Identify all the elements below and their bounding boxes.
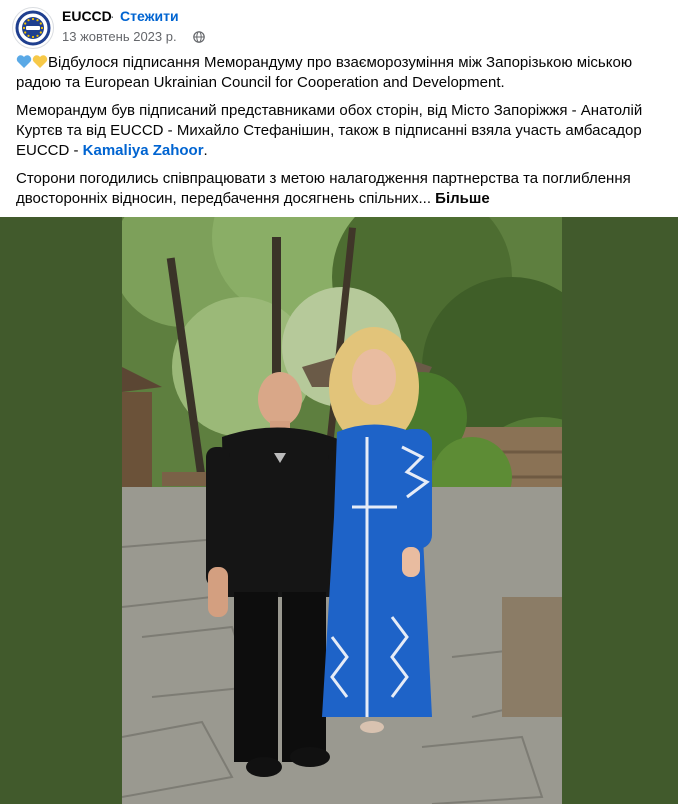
post-photo[interactable] [122,217,562,804]
page-avatar[interactable] [12,7,54,49]
post-paragraph-3-text: Сторони погодились співпрацювати з метою… [16,170,631,207]
euccd-logo-icon [14,9,52,47]
photo-illustration [122,217,562,804]
follow-button[interactable]: Стежити [120,8,179,24]
post-header: EUCCD · Стежити 13 жовтень 2023 р. [0,0,678,52]
post-photo-frame[interactable] [0,217,678,804]
separator-dot: · [110,8,115,24]
post-paragraph-2-end: . [203,142,208,159]
page-name-link[interactable]: EUCCD [62,8,112,24]
mention-link[interactable]: Kamaliya Zahoor [83,142,204,159]
blue-heart-emoji [16,55,32,68]
see-more-link[interactable]: Більше [435,190,490,207]
globe-icon [193,31,205,43]
post-paragraph-3: Сторони погодились співпрацювати з метою… [16,169,666,209]
post-paragraph-1-text: Відбулося підписання Меморандуму про вза… [16,54,633,91]
yellow-heart-emoji [32,55,48,68]
post-text: Відбулося підписання Меморандуму про вза… [16,53,666,217]
post-paragraph-2: Меморандум був підписаний представниками… [16,101,666,161]
post-paragraph-1: Відбулося підписання Меморандуму про вза… [16,53,666,93]
post-date-link[interactable]: 13 жовтень 2023 р. [62,29,177,44]
